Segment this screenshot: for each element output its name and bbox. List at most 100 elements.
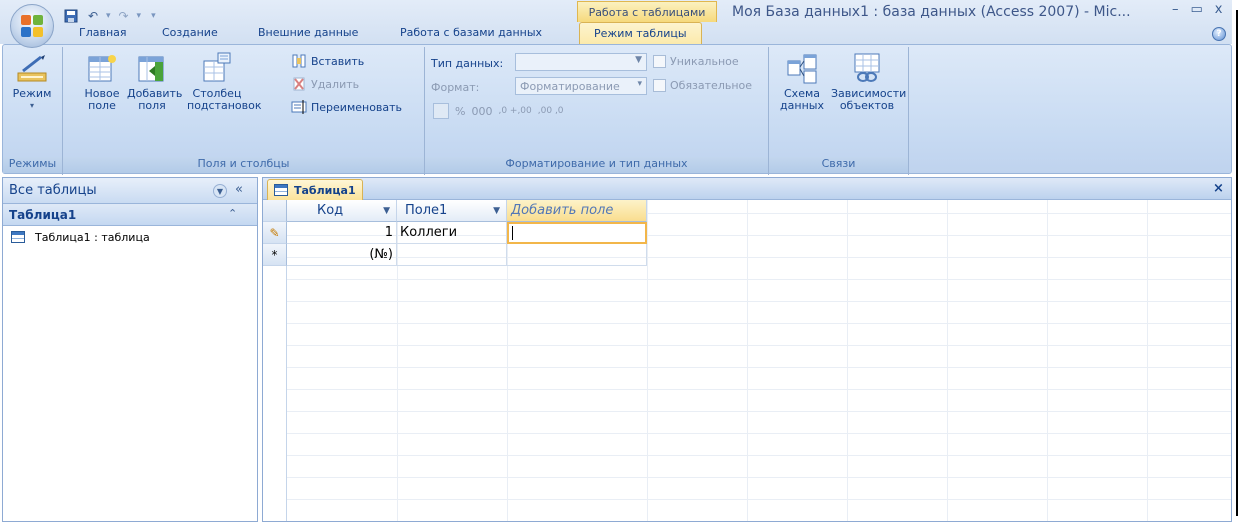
- required-checkbox[interactable]: Обязательное: [653, 79, 752, 92]
- delete-button[interactable]: Удалить: [291, 76, 359, 92]
- document-tab-bar: Таблица1 ×: [263, 178, 1231, 200]
- decrease-decimals-icon[interactable]: ,00 ,0: [538, 106, 564, 116]
- nav-pane-title: Все таблицы: [9, 183, 97, 198]
- document-tab-label: Таблица1: [294, 183, 356, 197]
- new-field-icon: [85, 51, 119, 85]
- tab-datasheet[interactable]: Режим таблицы: [579, 22, 702, 46]
- currency-icon[interactable]: [433, 103, 449, 119]
- column-header-add-field[interactable]: Добавить поле: [507, 200, 647, 222]
- object-dependencies-label-2: объектов: [839, 99, 895, 112]
- relationships-button[interactable]: Схема данных: [777, 51, 827, 112]
- tab-create[interactable]: Создание: [162, 26, 218, 39]
- group-format-datatype: Тип данных: ▼ Формат: Форматирование ▾ У…: [425, 47, 769, 175]
- nav-pane-header[interactable]: Все таблицы ▼ «: [3, 178, 257, 204]
- table-icon: [11, 231, 25, 243]
- data-type-combo[interactable]: ▼: [515, 53, 647, 71]
- row-selector-editing[interactable]: ✎: [263, 222, 287, 244]
- increase-decimals-icon[interactable]: ,0 +,00: [498, 106, 531, 116]
- group-fields-columns: Новое поле Добавить поля Столбец подстан…: [63, 47, 425, 175]
- close-button[interactable]: x: [1215, 2, 1223, 17]
- delete-label: Удалить: [311, 77, 360, 91]
- nav-item-label: Таблица1 : таблица: [35, 230, 150, 244]
- column-header-label: Код: [317, 203, 344, 218]
- add-fields-icon: [135, 51, 169, 85]
- group-label-views: Режимы: [3, 157, 62, 173]
- nav-menu-dropdown-icon[interactable]: ▼: [213, 184, 227, 198]
- shutter-bar-close-icon[interactable]: «: [235, 182, 243, 197]
- customize-qat-icon[interactable]: ▾: [151, 11, 156, 21]
- rename-button[interactable]: Переименовать: [291, 99, 402, 115]
- nav-group-title: Таблица1: [9, 207, 77, 222]
- cell-id-new[interactable]: (№): [287, 244, 397, 266]
- document-tab-table1[interactable]: Таблица1: [267, 179, 363, 200]
- office-button[interactable]: [10, 4, 54, 48]
- lookup-column-button[interactable]: Столбец подстановок: [187, 51, 262, 112]
- view-icon: [15, 51, 49, 85]
- add-fields-button[interactable]: Добавить поля: [127, 51, 182, 112]
- insert-button[interactable]: Вставить: [291, 53, 364, 69]
- unique-checkbox-box: [653, 55, 666, 68]
- nav-item-table1[interactable]: Таблица1 : таблица: [3, 226, 257, 248]
- column-header-field1[interactable]: Поле1 ▼: [397, 200, 507, 222]
- title-bar: ↶ ▾ ↷ ▾ ▾ Работа с таблицами Моя База да…: [0, 0, 1232, 48]
- add-fields-label-2: поля: [138, 99, 166, 112]
- tab-database-tools[interactable]: Работа с базами данных: [400, 26, 542, 39]
- restore-button[interactable]: ▭: [1191, 2, 1203, 17]
- group-views: Режим ▾ Режимы: [3, 47, 63, 175]
- tab-external-data[interactable]: Внешние данные: [258, 26, 358, 39]
- percent-button[interactable]: %: [455, 105, 465, 118]
- column-dropdown-icon[interactable]: ▼: [383, 206, 390, 216]
- row-selector-new[interactable]: *: [263, 244, 287, 266]
- required-label: Обязательное: [670, 79, 753, 92]
- view-button-label: Режим: [12, 87, 52, 100]
- column-dropdown-icon[interactable]: ▼: [493, 206, 500, 216]
- object-dependencies-button[interactable]: Зависимости объектов: [831, 51, 906, 112]
- window-title: Моя База данных1 : база данных (Access 2…: [732, 4, 1131, 20]
- data-type-dropdown-icon: ▼: [635, 55, 642, 65]
- column-header-id[interactable]: Код ▼: [287, 200, 397, 222]
- cell-add-field-new[interactable]: [507, 244, 647, 266]
- thousands-button[interactable]: 000: [471, 105, 492, 118]
- grid-line: [747, 200, 748, 521]
- cell-field1-new[interactable]: [397, 244, 507, 266]
- ribbon-tabs: Главная Создание Внешние данные Работа с…: [0, 22, 1232, 46]
- context-group-label: Работа с таблицами: [577, 1, 717, 22]
- column-header-label: Добавить поле: [511, 203, 614, 218]
- redo-dropdown-icon[interactable]: ▾: [137, 11, 142, 21]
- format-combo[interactable]: Форматирование ▾: [515, 77, 647, 95]
- window-controls: – ▭ x: [1172, 2, 1223, 17]
- minimize-button[interactable]: –: [1172, 2, 1179, 17]
- datasheet-grid[interactable]: Код ▼ Поле1 ▼ Добавить поле ✎ 1 Коллеги …: [263, 200, 1231, 521]
- format-value: Форматирование: [520, 79, 620, 93]
- column-header-label: Поле1: [405, 203, 448, 218]
- cell-id[interactable]: 1: [287, 222, 397, 244]
- rename-label: Переименовать: [311, 100, 403, 114]
- lookup-column-icon: [200, 51, 234, 85]
- select-all-corner[interactable]: [263, 200, 287, 222]
- data-type-label: Тип данных:: [431, 57, 504, 70]
- cell-add-field-editing[interactable]: [507, 222, 647, 244]
- help-icon[interactable]: ?: [1212, 27, 1226, 41]
- grid-line: [647, 200, 648, 521]
- group-label-relationships: Связи: [769, 157, 908, 173]
- nav-group-header[interactable]: Таблица1 ⌃: [3, 204, 257, 226]
- insert-label: Вставить: [311, 54, 365, 68]
- view-button[interactable]: Режим ▾: [7, 51, 57, 112]
- text-caret: [512, 226, 513, 240]
- grid-line: [1147, 200, 1148, 521]
- lookup-column-label-2: подстановок: [187, 99, 262, 112]
- grid-line: [847, 200, 848, 521]
- relationships-icon: [785, 51, 819, 85]
- collapse-group-icon[interactable]: ⌃: [228, 207, 237, 220]
- empty-row-selector-area: [263, 266, 287, 521]
- cell-field1[interactable]: Коллеги: [397, 222, 507, 244]
- tab-home[interactable]: Главная: [79, 26, 127, 39]
- ribbon: Режим ▾ Режимы Новое поле Добавить поля: [2, 44, 1232, 175]
- undo-dropdown-icon[interactable]: ▾: [106, 11, 111, 21]
- unique-checkbox[interactable]: Уникальное: [653, 55, 739, 68]
- format-label: Формат:: [431, 81, 480, 94]
- new-field-button[interactable]: Новое поле: [77, 51, 127, 112]
- group-relationships: Схема данных Зависимости объектов Связи: [769, 47, 909, 175]
- close-document-icon[interactable]: ×: [1213, 181, 1224, 196]
- grid-line: [947, 200, 948, 521]
